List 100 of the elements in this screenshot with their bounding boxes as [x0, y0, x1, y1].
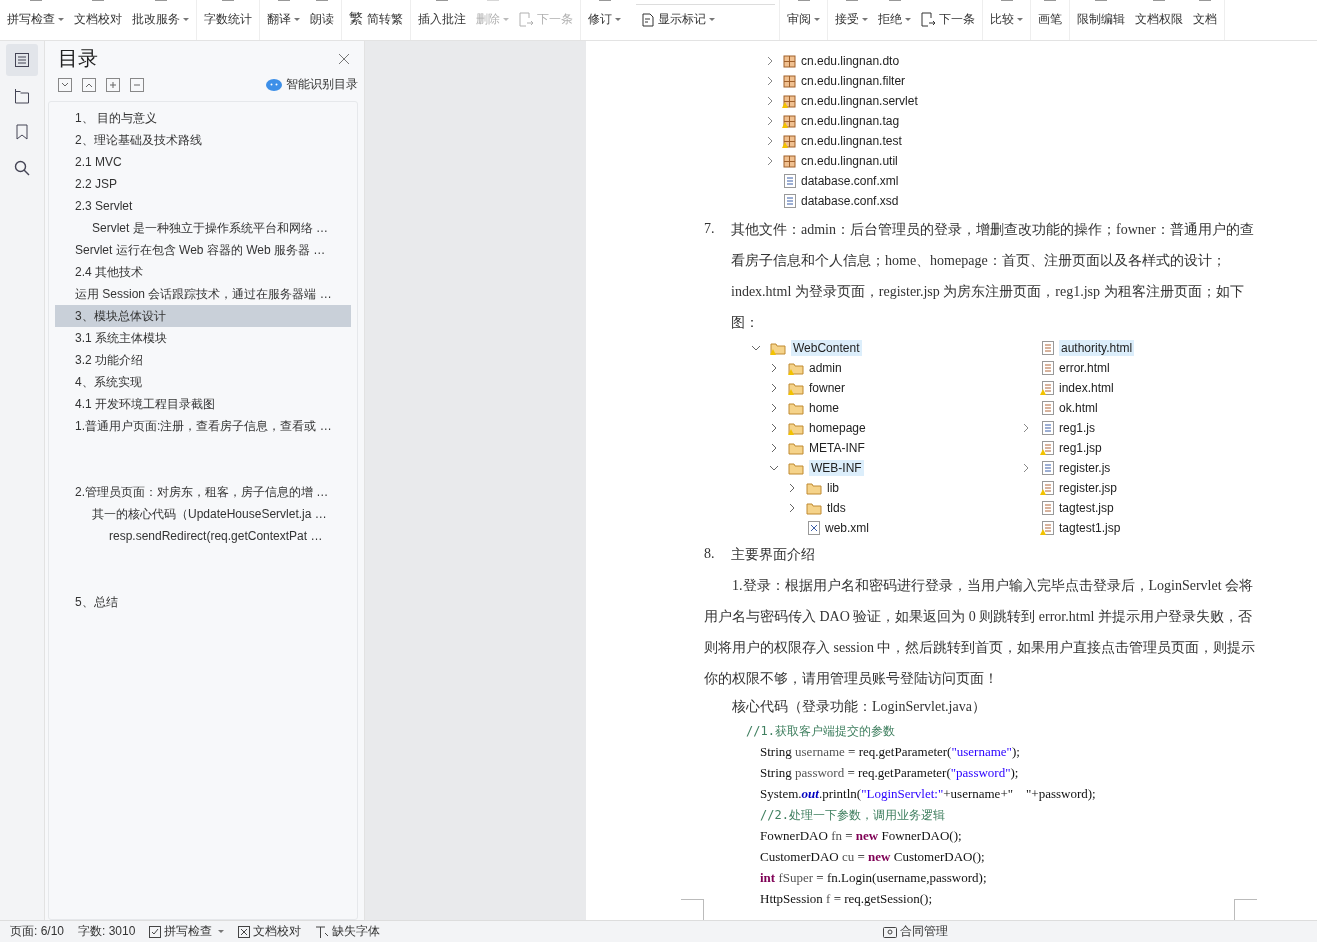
tree-item-label: fowner — [809, 381, 846, 395]
tree-item-label: cn.edu.lingnan.test — [801, 134, 902, 148]
tree-item-label: cn.edu.lingnan.dto — [801, 54, 900, 68]
outline-item[interactable]: 4、系统实现 — [55, 371, 351, 393]
caret-icon — [814, 18, 820, 21]
toolbar-button[interactable]: 比较 — [987, 11, 1026, 28]
outline-item[interactable]: 2.管理员页面：对房东，租客，房子信息的增 … — [55, 481, 351, 503]
contract-button[interactable]: 合同管理 — [883, 923, 948, 940]
toolbar-button[interactable]: 文档校对 — [71, 11, 125, 28]
toolbar-button[interactable]: 拒绝 — [875, 11, 914, 28]
paragraph: 其他文件：admin：后台管理员的登录，增删查改功能的操作；fowner：普通用户的查看房子信息和个人信息；home、homepage：首页、注册页面以及各样式的设计；index.html 为登录页面，register.jsp 为房东注册页面，reg1.jsp 为租客注册页面；如下图： — [731, 221, 1255, 332]
outline-item[interactable]: 3、模块总体设计 — [55, 305, 351, 327]
tree-item-label: register.jsp — [1059, 481, 1118, 495]
document-icon — [642, 12, 655, 27]
caret-icon — [862, 18, 868, 21]
outline-item[interactable]: resp.sendRedirect(req.getContextPat … — [55, 525, 351, 591]
code-line: int fSuper = fn.Login(username,password); — [759, 869, 988, 887]
toolbar-button[interactable]: 翻译 — [264, 11, 303, 28]
bot-icon — [266, 78, 282, 91]
toolbar-button[interactable]: 繁 简转繁 — [346, 10, 406, 28]
collapse-icon[interactable] — [58, 77, 72, 92]
code-line: String username = req.getParameter("username"); — [759, 743, 1021, 761]
panel-title: 目录 — [58, 46, 98, 71]
expand-icon[interactable] — [82, 77, 96, 92]
caret-icon — [1017, 18, 1023, 21]
show-markup-dropdown[interactable]: 显示标记 — [636, 4, 775, 28]
outline-item[interactable]: 4.1 开发环境工程目录截图 — [55, 393, 351, 415]
toolbar-button[interactable]: 限制编辑 — [1074, 11, 1128, 28]
outline-item[interactable]: 3.2 功能介绍 — [55, 349, 351, 371]
outline-icon[interactable] — [6, 44, 38, 76]
tree-item-label: tagtest.jsp — [1059, 501, 1114, 515]
tree-item-label: web.xml — [825, 521, 869, 535]
code-line: String password = req.getParameter("password"); — [759, 764, 1020, 782]
caret-icon — [58, 18, 64, 21]
caret-icon — [905, 18, 911, 21]
toolbar-button[interactable]: 文档权限 — [1132, 11, 1186, 28]
word-count[interactable]: 字数: 3010 — [78, 923, 136, 940]
toolbar-button[interactable]: 画笔 — [1035, 11, 1065, 28]
outline-item[interactable]: 2.2 JSP — [55, 173, 351, 195]
tree-item-label: WEB-INF — [809, 460, 864, 476]
list-number: 7. — [704, 221, 716, 238]
page-count: 页面: 6/10 — [10, 923, 65, 940]
code-line: //2.处理一下参数，调用业务逻辑 — [759, 807, 946, 824]
tree-item-label: admin — [809, 361, 842, 375]
outline-item[interactable]: 3.1 系统主体模块 — [55, 327, 351, 349]
tree-item-label: reg1.jsp — [1059, 441, 1102, 455]
tree-item-label: home — [809, 401, 840, 415]
outline-item[interactable]: 2.3 Servlet — [55, 195, 351, 217]
smart-toc-button[interactable]: 智能识别目录 — [266, 76, 358, 93]
status-button[interactable]: 拼写检查 — [149, 923, 225, 940]
plus-icon[interactable] — [106, 77, 120, 92]
code-caption: 核心代码（登录功能：LoginServlet.java） — [732, 698, 987, 716]
paragraph: 1.登录：根据用户名和密码进行登录，当用户输入完毕点击登录后，LoginServlet 会将用户名与密码传入 DAO 验证，如果返回为 0 则跳转到 error.html 并提示用户登录失败，否则将用户的权限存入 session 中，然后跳转到首页，如果用户直接点击管理员页面，则提示你的权限不够，请用管理员账号登陆访问页面！ — [704, 577, 1257, 688]
tree-item-label: tlds — [827, 501, 846, 515]
code-line: //1.获取客户端提交的参数 — [746, 723, 896, 740]
heading: 主要界面介绍 — [731, 546, 816, 564]
close-icon[interactable] — [338, 52, 350, 65]
proofread-icon — [238, 925, 251, 938]
tree-item-label: homepage — [809, 421, 866, 435]
toolbar-button[interactable]: 审阅 — [784, 11, 823, 28]
toolbar-button[interactable]: 文档 — [1190, 11, 1220, 28]
outline-item[interactable]: 1、 目的与意义 — [55, 107, 351, 129]
next-icon — [921, 12, 936, 27]
tree-item-label: cn.edu.lingnan.filter — [801, 74, 906, 88]
tree-item-label: register.js — [1059, 461, 1111, 475]
minus-icon[interactable] — [130, 77, 144, 92]
outline-item[interactable]: 2、理论基础及技术路线 — [55, 129, 351, 151]
tree-item-label: index.html — [1059, 381, 1114, 395]
toolbar-button[interactable]: 朗读 — [307, 11, 337, 28]
tree-item-label: database.conf.xsd — [801, 194, 899, 208]
tree-item-label: authority.html — [1059, 340, 1135, 356]
list-number: 8. — [704, 546, 716, 563]
tree-item-label: cn.edu.lingnan.tag — [801, 114, 900, 128]
outline-item[interactable]: Servlet 运行在包含 Web 容器的 Web 服务器 … — [55, 239, 351, 261]
tree-item-label: ok.html — [1059, 401, 1098, 415]
caret-icon — [294, 18, 300, 21]
caret-icon — [615, 18, 621, 21]
tree-item-label: reg1.js — [1059, 421, 1096, 435]
toolbar-button[interactable]: 接受 — [832, 11, 871, 28]
outline-item[interactable]: Servlet 是一种独立于操作系统平台和网络 … — [55, 217, 351, 239]
outline-item[interactable]: 其一的核心代码（UpdateHouseServlet.ja … — [55, 503, 351, 525]
toolbar-button[interactable]: 插入批注 — [415, 11, 469, 28]
tree-item-label: database.conf.xml — [801, 174, 899, 188]
status-button[interactable]: 文档校对 — [238, 923, 302, 940]
toolbar-button[interactable]: 修订 — [585, 11, 624, 28]
font-icon — [315, 925, 330, 938]
outline-item[interactable]: 5、总结 — [55, 591, 351, 613]
outline-item[interactable]: 运用 Session 会话跟踪技术，通过在服务器端 … — [55, 283, 351, 305]
toolbar-button[interactable]: 批改服务 — [129, 11, 192, 28]
next-button[interactable]: 下一条 — [918, 11, 978, 28]
outline-item[interactable]: 1.普通用户页面:注册，查看房子信息，查看或 … — [55, 415, 351, 481]
toolbar-button[interactable]: 字数统计 — [201, 11, 255, 28]
code-line: CustomerDAO cu = new CustomerDAO(); — [759, 848, 986, 866]
next-icon — [519, 12, 534, 27]
outline-item[interactable]: 2.1 MVC — [55, 151, 351, 173]
contract-icon — [883, 925, 897, 938]
status-button[interactable]: 缺失字体 — [315, 923, 381, 940]
caret-icon — [503, 18, 509, 21]
toolbar-button[interactable]: 拼写检查 — [4, 11, 67, 28]
outline-item[interactable]: 2.4 其他技术 — [55, 261, 351, 283]
